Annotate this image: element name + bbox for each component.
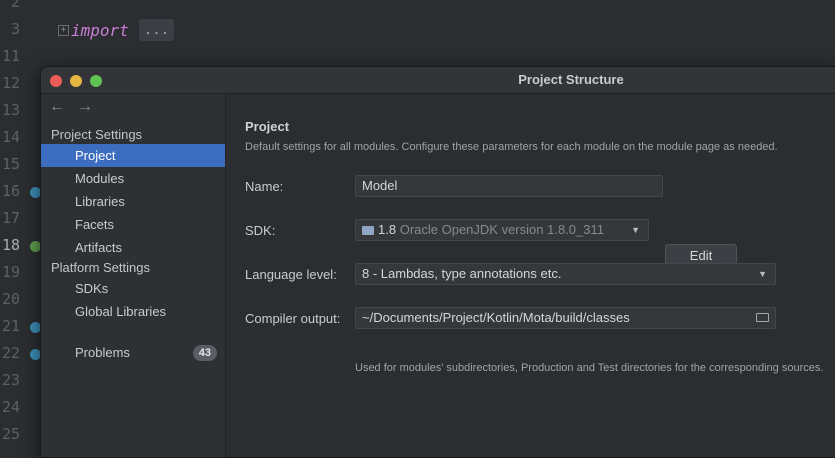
project-structure-dialog: Project Structure ← → Project Settings P… [40,66,835,458]
name-label: Name: [245,179,284,194]
fold-plus-icon[interactable]: + [58,24,69,36]
line-number: 12 [1,74,20,92]
platform-settings-header: Platform Settings [51,260,150,275]
sdk-dropdown[interactable]: 1.8 Oracle OpenJDK version 1.8.0_311 ▼ [355,219,649,241]
compiler-output-value: ~/Documents/Project/Kotlin/Mota/build/cl… [362,310,630,325]
sdk-version: 1.8 [378,222,397,237]
line-number: 19 [1,263,20,281]
navigation-arrows: ← → [49,98,93,116]
import-keyword: import [71,20,129,40]
sidebar-item-project[interactable]: Project [41,144,225,167]
folder-browse-icon[interactable] [756,313,769,322]
problems-count-badge: 43 [192,345,217,361]
sidebar-item-global-libraries[interactable]: Global Libraries [41,300,225,323]
sdk-label: SDK: [245,223,276,238]
line-number: 17 [1,209,20,227]
sidebar-item-libraries[interactable]: Libraries [41,190,225,213]
line-number: 15 [1,155,20,173]
line-number: 18 [1,236,20,254]
collapsed-imports-placeholder[interactable]: ... [138,19,175,41]
line-number: 20 [1,290,20,308]
import-statement[interactable]: + import ... [58,18,175,42]
problems-label: Problems [75,345,130,360]
line-number: 23 [1,371,20,389]
back-arrow-icon[interactable]: ← [49,98,65,116]
line-number: 21 [1,317,20,335]
panel-heading: Project [245,119,290,134]
sidebar-item-modules[interactable]: Modules [41,167,225,190]
line-number: 24 [1,398,20,416]
dialog-title: Project Structure [518,72,624,87]
chevron-down-icon: ▼ [631,225,640,235]
line-number: 22 [1,344,20,362]
line-number: 3 [10,20,20,38]
editor-gutter: 2 3 11 12 13 14 15 16 17 18 19 20 21 22 23 24 25 [0,0,44,446]
project-settings-header: Project Settings [51,127,143,142]
compiler-output-label: Compiler output: [245,311,341,326]
line-number: 25 [1,425,20,443]
sidebar-item-facets[interactable]: Facets [41,213,225,236]
language-level-value: 8 - Lambdas, type annotations etc. [362,266,562,281]
compiler-output-hint: Used for modules' subdirectories, Produc… [355,362,824,374]
line-number: 14 [1,128,20,146]
forward-arrow-icon[interactable]: → [77,98,93,116]
language-level-label: Language level: [245,267,337,282]
chevron-down-icon: ▼ [758,269,767,279]
language-level-dropdown[interactable]: 8 - Lambdas, type annotations etc. ▼ [355,263,776,285]
sidebar-item-sdks[interactable]: SDKs [41,277,225,300]
line-number: 13 [1,101,20,119]
project-name-field[interactable]: Model [355,175,663,197]
line-number: 11 [1,47,20,65]
project-settings-panel: Project Default settings for all modules… [226,94,835,457]
panel-description: Default settings for all modules. Config… [245,141,778,153]
line-number: 2 [10,0,20,11]
sidebar-item-artifacts[interactable]: Artifacts [41,236,225,259]
sidebar-item-problems[interactable]: Problems 43 [41,341,225,364]
dialog-titlebar[interactable]: Project Structure [41,67,835,94]
compiler-output-field[interactable]: ~/Documents/Project/Kotlin/Mota/build/cl… [355,307,776,329]
line-number: 16 [1,182,20,200]
sdk-folder-icon [362,226,374,235]
sdk-detail: Oracle OpenJDK version 1.8.0_311 [399,222,604,237]
sdk-edit-label: Edit [689,248,713,263]
settings-sidebar: ← → Project Settings Project Modules Lib… [41,94,226,457]
